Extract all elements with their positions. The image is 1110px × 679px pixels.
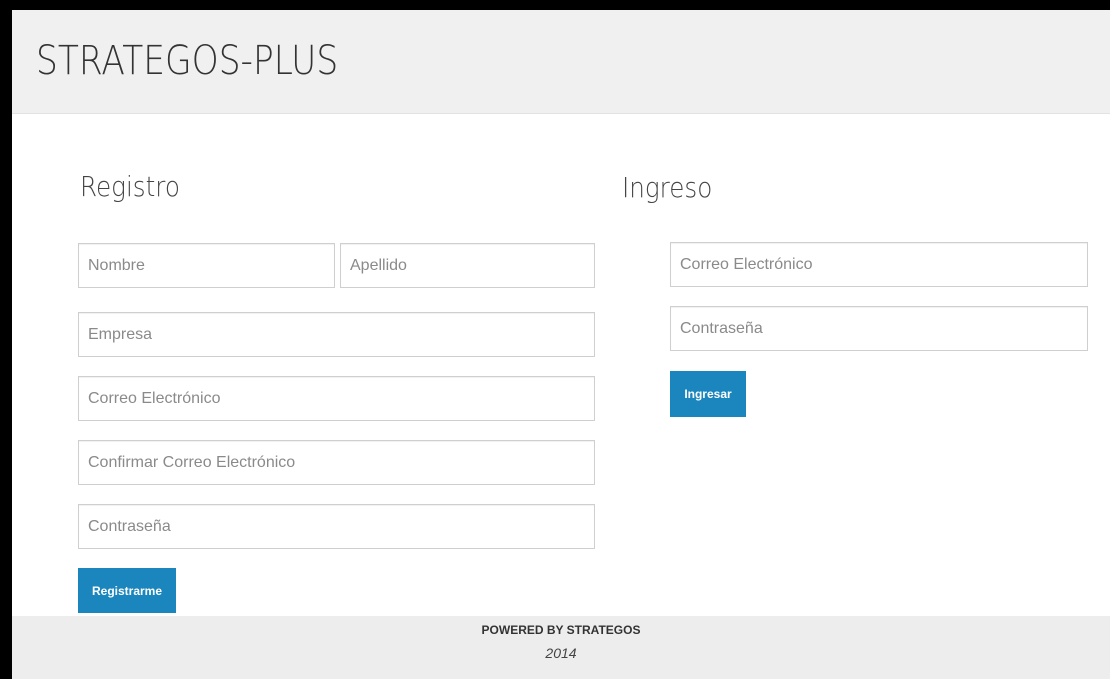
ingreso-password-input[interactable] [670,306,1088,351]
powered-by-text: POWERED BY STRATEGOS [481,623,641,637]
nombre-input[interactable] [78,243,335,288]
brand-title: STRATEGOS-PLUS [36,38,339,84]
app-window: STRATEGOS-PLUS Registro Registrarme Ingr… [12,10,1110,679]
registro-email-input[interactable] [78,376,595,421]
ingreso-email-input[interactable] [670,242,1088,287]
footer-year: 2014 [545,645,577,661]
ingreso-title: Ingreso [622,171,713,204]
registro-password-input[interactable] [78,504,595,549]
apellido-input[interactable] [340,243,595,288]
registrarme-button[interactable]: Registrarme [78,568,176,613]
empresa-input[interactable] [78,312,595,357]
ingresar-button[interactable]: Ingresar [670,371,746,417]
registro-title: Registro [80,170,180,203]
header: STRATEGOS-PLUS [12,10,1110,114]
footer: POWERED BY STRATEGOS 2014 [12,616,1110,679]
confirm-email-input[interactable] [78,440,595,485]
